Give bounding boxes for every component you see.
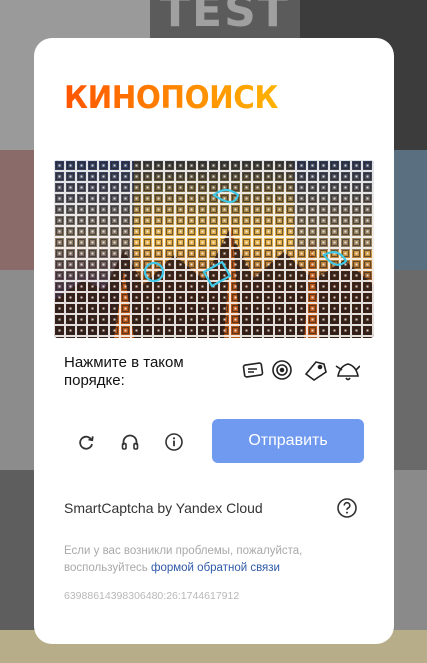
captcha-card: КИНОПОИСК Нажмите в таком порядке: Отпра… (34, 38, 394, 644)
logo-text: КИНОПОИСК (64, 80, 278, 114)
problem-notice: Если у вас возникли проблемы, пожалуйста… (64, 543, 364, 577)
info-button[interactable] (160, 428, 188, 456)
refresh-button[interactable] (72, 428, 100, 456)
headphones-icon (121, 434, 139, 450)
smartcaptcha-brand: SmartCaptcha by Yandex Cloud (64, 500, 263, 516)
order-icons (242, 360, 360, 381)
instruction-text: Нажмите в таком порядке: (64, 354, 184, 389)
request-id: 63988614398306480:26:1744617912 (64, 590, 240, 602)
info-icon (165, 433, 183, 451)
background-test-text: TEST (160, 0, 290, 37)
feedback-link[interactable]: формой обратной связи (151, 562, 280, 574)
refresh-icon (79, 435, 94, 450)
tag-icon (304, 361, 327, 381)
captcha-image[interactable] (54, 160, 374, 338)
help-button[interactable] (336, 497, 358, 519)
bell-icon (335, 363, 360, 381)
question-icon (337, 498, 357, 518)
card-icon (242, 362, 264, 378)
kinopoisk-logo: КИНОПОИСК (64, 80, 279, 114)
submit-button[interactable]: Отправить (212, 419, 364, 463)
spiral-icon (272, 360, 292, 380)
audio-captcha-button[interactable] (116, 428, 144, 456)
